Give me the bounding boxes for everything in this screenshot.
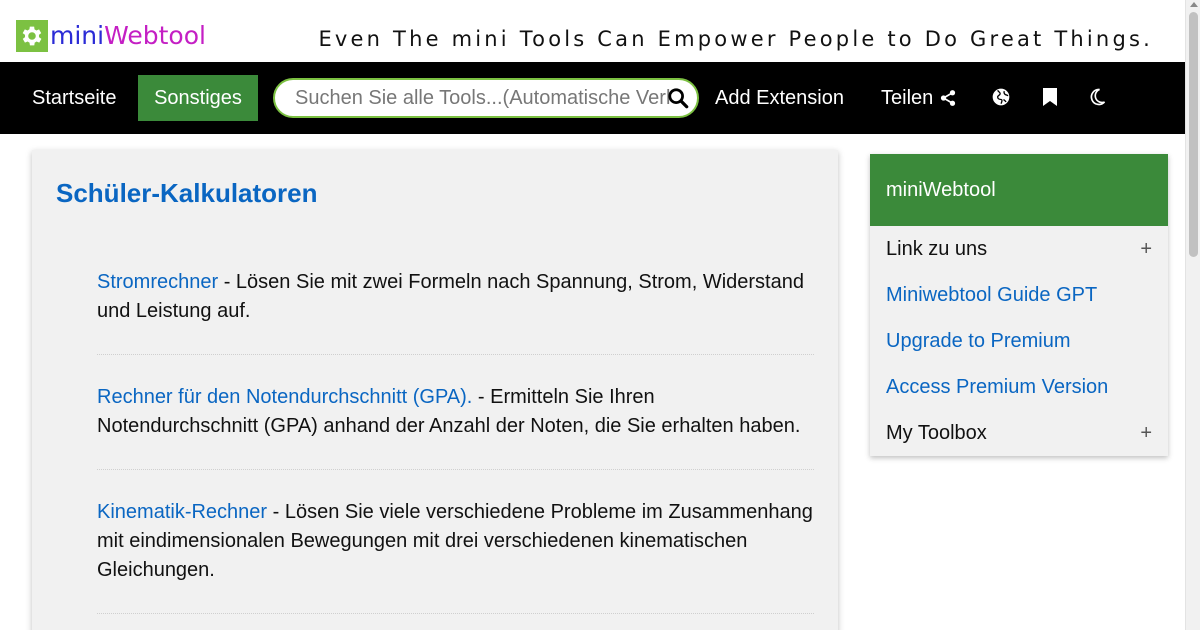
sidebar-item-label: My Toolbox bbox=[886, 421, 987, 444]
tool-link-kinematik[interactable]: Kinematik-Rechner bbox=[97, 501, 267, 523]
add-extension-link[interactable]: Add Extension bbox=[715, 75, 844, 121]
search-input[interactable] bbox=[295, 86, 670, 110]
share-label: Teilen bbox=[881, 86, 934, 109]
gear-icon bbox=[16, 20, 48, 52]
search-icon[interactable] bbox=[667, 87, 691, 111]
sidebar-item-upgrade-premium[interactable]: Upgrade to Premium bbox=[870, 318, 1168, 364]
globe-icon[interactable] bbox=[991, 87, 1013, 109]
tool-link-gpa[interactable]: Rechner für den Notendurchschnitt (GPA). bbox=[97, 386, 472, 408]
logo-mini-text: mini bbox=[50, 21, 105, 50]
logo-webtool-text: Webtool bbox=[104, 21, 206, 50]
sidebar-item-access-premium[interactable]: Access Premium Version bbox=[870, 364, 1168, 410]
sidebar-item-label: Link zu uns bbox=[886, 237, 988, 260]
share-button[interactable]: Teilen bbox=[881, 75, 957, 121]
plus-icon: + bbox=[1140, 421, 1152, 444]
sidebar-item-label: Upgrade to Premium bbox=[886, 329, 1071, 352]
main-content-card: Schüler-Kalkulatoren Stromrechner - Löse… bbox=[32, 150, 838, 630]
sidebar-title: miniWebtool bbox=[870, 154, 1168, 226]
list-item: Stromrechner - Lösen Sie mit zwei Formel… bbox=[97, 268, 814, 355]
share-icon bbox=[941, 90, 956, 106]
logo-text: miniWebtool bbox=[50, 20, 206, 52]
site-logo[interactable]: miniWebtool bbox=[16, 20, 206, 52]
main-navbar: Startseite Sonstiges Add Extension Teile… bbox=[0, 62, 1185, 134]
top-header: miniWebtool Even The mini Tools Can Empo… bbox=[0, 0, 1185, 62]
list-item: Kinematik-Rechner - Lösen Sie viele vers… bbox=[97, 498, 814, 614]
nav-home-link[interactable]: Startseite bbox=[16, 75, 132, 121]
sidebar-item-label: Miniwebtool Guide GPT bbox=[886, 283, 1098, 306]
list-item: Rechner für den Notendurchschnitt (GPA).… bbox=[97, 383, 814, 470]
sidebar-item-guide-gpt[interactable]: Miniwebtool Guide GPT bbox=[870, 272, 1168, 318]
scroll-up-arrow-icon[interactable] bbox=[1189, 2, 1198, 7]
bookmark-icon[interactable] bbox=[1042, 87, 1064, 109]
tool-link-stromrechner[interactable]: Stromrechner bbox=[97, 271, 218, 293]
sidebar-item-my-toolbox[interactable]: My Toolbox + bbox=[870, 410, 1168, 456]
sidebar-card: miniWebtool Link zu uns + Miniwebtool Gu… bbox=[870, 154, 1168, 456]
moon-icon[interactable] bbox=[1087, 87, 1109, 109]
search-box bbox=[273, 78, 699, 118]
page-title: Schüler-Kalkulatoren bbox=[56, 178, 318, 208]
scrollbar-thumb[interactable] bbox=[1189, 12, 1198, 257]
page-scrollbar[interactable] bbox=[1185, 0, 1200, 630]
sidebar-item-label: Access Premium Version bbox=[886, 375, 1109, 398]
plus-icon: + bbox=[1140, 237, 1152, 260]
nav-other-link[interactable]: Sonstiges bbox=[138, 75, 258, 121]
site-slogan: Even The mini Tools Can Empower People t… bbox=[318, 27, 1153, 51]
tool-list: Stromrechner - Lösen Sie mit zwei Formel… bbox=[97, 268, 814, 630]
sidebar-item-link-to-us[interactable]: Link zu uns + bbox=[870, 226, 1168, 272]
